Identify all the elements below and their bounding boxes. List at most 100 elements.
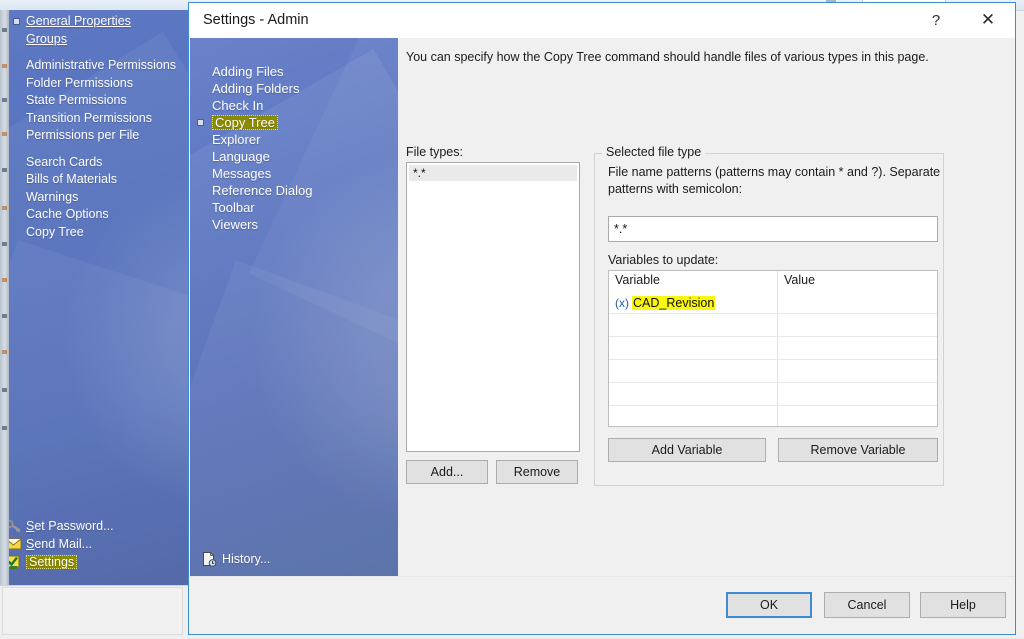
dialog-page-label: Explorer	[212, 132, 260, 147]
help-icon[interactable]: ?	[913, 3, 959, 37]
bg-action-set-password[interactable]: Set Password...	[0, 517, 188, 535]
ok-button[interactable]: OK	[726, 592, 812, 618]
bg-nav-item-bills-of-materials[interactable]: Bills of Materials	[0, 171, 188, 189]
column-header-value: Value	[777, 271, 937, 291]
settings-dialog: Settings - Admin ? ✕ Adding FilesAdding …	[188, 2, 1016, 635]
file-type-item[interactable]: *.*	[409, 165, 577, 181]
history-button[interactable]: History...	[196, 550, 396, 568]
bullet-icon	[198, 120, 203, 125]
dialog-page-label: Copy Tree	[212, 115, 278, 130]
dialog-footer: OK Cancel Help	[190, 576, 1014, 633]
table-row[interactable]	[609, 359, 937, 382]
column-header-variable: Variable	[609, 271, 777, 291]
bg-action-send-mail[interactable]: Send Mail...	[0, 535, 188, 553]
value-cell	[777, 314, 937, 336]
table-row[interactable]	[609, 405, 937, 427]
file-types-label: File types:	[406, 145, 463, 159]
value-cell	[777, 383, 937, 405]
bg-nav-item-warnings[interactable]: Warnings	[0, 189, 188, 207]
history-button-label: History...	[222, 552, 270, 566]
dialog-page-label: Adding Files	[212, 64, 284, 79]
cancel-button[interactable]: Cancel	[824, 592, 910, 618]
bg-nav-item-cache-options[interactable]: Cache Options	[0, 206, 188, 224]
table-row[interactable]	[609, 382, 937, 405]
bg-nav-item-state-permissions[interactable]: State Permissions	[0, 92, 188, 110]
bg-nav-item-label: Administrative Permissions	[26, 58, 176, 72]
value-cell	[777, 291, 937, 313]
variables-table[interactable]: Variable Value (x)CAD_Revision	[608, 270, 938, 427]
dialog-page-list: Adding Files Adding Folders Check In Copy T…	[190, 63, 398, 233]
dialog-titlebar[interactable]: Settings - Admin ? ✕	[189, 3, 1015, 38]
table-row[interactable]	[609, 336, 937, 359]
add-file-type-button[interactable]: Add...	[406, 460, 488, 484]
dialog-page-toolbar[interactable]: Toolbar	[190, 199, 398, 216]
dialog-page-navigation-panel: Adding Files Adding Folders Check In Copy T…	[190, 38, 398, 580]
bg-nav-item-label: Search Cards	[26, 155, 102, 169]
variables-table-body: (x)CAD_Revision	[609, 291, 937, 427]
dialog-page-check-in[interactable]: Check In	[190, 97, 398, 114]
dialog-page-viewers[interactable]: Viewers	[190, 216, 398, 233]
close-icon[interactable]: ✕	[965, 3, 1011, 37]
background-navigation-panel: General PropertiesGroups Administrative P…	[0, 10, 188, 585]
bg-nav-item-label: Permissions per File	[26, 128, 139, 142]
bullet-icon	[14, 19, 19, 24]
history-document-icon	[201, 551, 218, 567]
dialog-page-label: Viewers	[212, 217, 258, 232]
variable-cell	[609, 406, 777, 427]
bg-nav-item-label: Warnings	[26, 190, 78, 204]
dialog-page-reference-dialog[interactable]: Reference Dialog	[190, 182, 398, 199]
table-row[interactable]: (x)CAD_Revision	[609, 291, 937, 313]
variable-cell	[609, 314, 777, 336]
table-row[interactable]	[609, 313, 937, 336]
bg-nav-item-search-cards[interactable]: Search Cards	[0, 154, 188, 172]
bg-nav-item-label: Transition Permissions	[26, 111, 152, 125]
dialog-page-copy-tree[interactable]: Copy Tree	[190, 114, 398, 131]
dialog-page-messages[interactable]: Messages	[190, 165, 398, 182]
dialog-page-label: Adding Folders	[212, 81, 299, 96]
background-nav-list: General PropertiesGroups Administrative P…	[0, 10, 188, 241]
bg-nav-item-label: Copy Tree	[26, 225, 84, 239]
nav-spacer	[0, 48, 188, 57]
bg-nav-item-groups[interactable]: Groups	[0, 31, 188, 49]
bg-nav-item-folder-permissions[interactable]: Folder Permissions	[0, 75, 188, 93]
dialog-page-label: Language	[212, 149, 270, 164]
bg-nav-item-administrative-permissions[interactable]: Administrative Permissions	[0, 57, 188, 75]
help-button[interactable]: Help	[920, 592, 1006, 618]
add-variable-button[interactable]: Add Variable	[608, 438, 766, 462]
file-types-listbox[interactable]: *.*	[406, 162, 580, 452]
dialog-page-adding-files[interactable]: Adding Files	[190, 63, 398, 80]
dialog-page-label: Messages	[212, 166, 271, 181]
remove-variable-button[interactable]: Remove Variable	[778, 438, 938, 462]
dialog-page-explorer[interactable]: Explorer	[190, 131, 398, 148]
variables-to-update-label: Variables to update:	[608, 253, 718, 267]
dialog-page-adding-folders[interactable]: Adding Folders	[190, 80, 398, 97]
nav-spacer	[0, 145, 188, 154]
bg-action-settings[interactable]: Settings	[0, 553, 188, 571]
bg-nav-item-label: Groups	[26, 32, 67, 46]
bg-nav-item-transition-permissions[interactable]: Transition Permissions	[0, 110, 188, 128]
dialog-content-pane: You can specify how the Copy Tree comman…	[398, 38, 1014, 578]
value-cell	[777, 360, 937, 382]
bg-nav-item-general-properties[interactable]: General Properties	[0, 13, 188, 31]
variable-cell	[609, 360, 777, 382]
variable-name: CAD_Revision	[632, 296, 715, 310]
variable-cell	[609, 337, 777, 359]
background-nav-scrollbar[interactable]	[0, 10, 9, 585]
remove-file-type-button[interactable]: Remove	[496, 460, 578, 484]
variable-x-icon: (x)	[615, 296, 629, 310]
file-name-patterns-input[interactable]	[608, 216, 938, 242]
bg-nav-item-label: Cache Options	[26, 207, 109, 221]
bg-action-label: Send Mail...	[26, 537, 92, 551]
bg-nav-item-label: State Permissions	[26, 93, 127, 107]
bg-nav-item-permissions-per-file[interactable]: Permissions per File	[0, 127, 188, 145]
page-description: You can specify how the Copy Tree comman…	[406, 50, 929, 64]
variable-cell: (x)CAD_Revision	[609, 291, 777, 313]
background-action-list: Set Password... Send Mail... Settings	[0, 517, 188, 571]
bg-nav-item-copy-tree[interactable]: Copy Tree	[0, 224, 188, 242]
dialog-page-language[interactable]: Language	[190, 148, 398, 165]
dialog-page-label: Check In	[212, 98, 263, 113]
value-cell	[777, 406, 937, 427]
variables-table-header: Variable Value	[609, 271, 937, 291]
file-name-patterns-label: File name patterns (patterns may contain…	[608, 164, 942, 197]
bg-nav-item-label: Folder Permissions	[26, 76, 133, 90]
